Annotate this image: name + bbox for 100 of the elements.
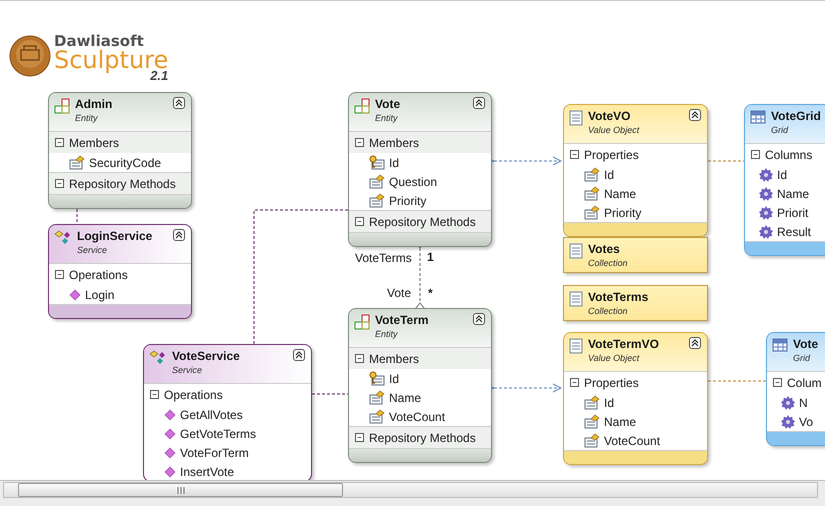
entity-node[interactable]: Admin Entity Members SecurityCode Repository Methods bbox=[48, 92, 192, 209]
collapse-toggle-icon[interactable] bbox=[355, 433, 364, 442]
column-item: Result bbox=[777, 224, 812, 238]
member-item: Id bbox=[389, 372, 400, 386]
collection-node[interactable]: Votes Collection bbox=[563, 237, 708, 273]
entity-node[interactable]: VoteTerm Entity Members Id Name VoteCount Repository Methods bbox=[348, 308, 492, 463]
logo-brand: Dawliasoft bbox=[54, 34, 144, 49]
property-icon bbox=[369, 409, 385, 424]
column-item: Vo bbox=[799, 414, 814, 428]
section-title: Repository Methods bbox=[369, 430, 476, 444]
section-title: Members bbox=[69, 136, 120, 150]
gear-icon bbox=[759, 206, 773, 220]
node-stereotype: Collection bbox=[588, 258, 629, 268]
collapse-toggle-icon[interactable] bbox=[55, 138, 64, 147]
section-title: Columns bbox=[765, 148, 812, 162]
property-item: VoteCount bbox=[389, 410, 446, 424]
collapse-toggle-icon[interactable] bbox=[751, 150, 760, 159]
collapse-toggle-icon[interactable] bbox=[773, 378, 782, 387]
property-item: Name bbox=[604, 186, 636, 200]
logo-version: 2.1 bbox=[150, 69, 168, 82]
node-stereotype: Value Object bbox=[588, 353, 640, 363]
collapse-button[interactable] bbox=[689, 109, 701, 121]
property-icon bbox=[584, 414, 600, 429]
document-icon bbox=[569, 338, 583, 354]
multiplicity-label: 1 bbox=[427, 250, 434, 264]
collapse-toggle-icon[interactable] bbox=[355, 354, 364, 363]
operation-item: InsertVote bbox=[180, 464, 234, 478]
collapse-toggle-icon[interactable] bbox=[55, 179, 64, 188]
method-icon bbox=[69, 288, 81, 300]
section-title: Properties bbox=[584, 148, 639, 162]
collapse-toggle-icon[interactable] bbox=[150, 390, 159, 399]
column-item: Name bbox=[777, 186, 810, 200]
property-icon bbox=[584, 167, 600, 182]
collection-node[interactable]: VoteTerms Collection bbox=[563, 285, 708, 321]
collapse-toggle-icon[interactable] bbox=[355, 217, 364, 226]
property-item: VoteCount bbox=[604, 434, 660, 448]
collapse-button[interactable] bbox=[689, 337, 701, 349]
node-title: LoginService bbox=[77, 229, 154, 243]
node-stereotype: Grid bbox=[793, 353, 812, 363]
document-icon bbox=[569, 110, 583, 126]
node-title: Votes bbox=[588, 242, 621, 256]
property-item: Priority bbox=[604, 206, 642, 220]
service-icon bbox=[54, 230, 72, 246]
node-title: VoteService bbox=[172, 349, 241, 363]
role-label: Vote bbox=[387, 286, 412, 300]
entity-node[interactable]: Vote Entity Members Id Question Priority Repository Methods bbox=[348, 92, 492, 247]
node-stereotype: Entity bbox=[375, 329, 399, 339]
operation-item: VoteForTerm bbox=[180, 446, 249, 460]
document-icon bbox=[569, 291, 583, 307]
grid-icon bbox=[772, 338, 788, 352]
property-icon bbox=[584, 186, 600, 201]
collapse-toggle-icon[interactable] bbox=[570, 150, 579, 159]
logo-icon bbox=[8, 34, 52, 78]
collapse-button[interactable] bbox=[173, 97, 185, 109]
property-icon bbox=[584, 433, 600, 448]
section-title: Repository Methods bbox=[69, 176, 176, 190]
gear-icon bbox=[759, 186, 773, 200]
property-icon bbox=[584, 205, 600, 220]
service-icon bbox=[149, 350, 167, 366]
property-icon bbox=[69, 155, 85, 170]
collapse-button[interactable] bbox=[473, 313, 485, 325]
collapse-button[interactable] bbox=[473, 97, 485, 109]
entity-icon bbox=[354, 98, 370, 114]
value-object-node[interactable]: VoteVO Value Object Properties Id Name Priority bbox=[563, 104, 708, 237]
grip-icon bbox=[176, 486, 184, 494]
collapse-button[interactable] bbox=[293, 349, 305, 361]
collapse-button[interactable] bbox=[173, 229, 185, 241]
role-label: VoteTerms bbox=[355, 251, 412, 265]
grid-node[interactable]: Vote Grid Colum N Vo bbox=[766, 332, 825, 446]
node-stereotype: Collection bbox=[588, 306, 629, 316]
scrollbar-thumb[interactable] bbox=[18, 483, 343, 497]
key-property-icon bbox=[369, 155, 385, 170]
method-icon bbox=[164, 466, 176, 478]
property-icon bbox=[369, 390, 385, 405]
section-title: Colum bbox=[787, 376, 822, 390]
node-stereotype: Value Object bbox=[588, 125, 640, 135]
node-stereotype: Entity bbox=[375, 113, 399, 123]
node-title: VoteTerm bbox=[375, 313, 430, 327]
node-stereotype: Grid bbox=[771, 125, 790, 135]
connector-line bbox=[708, 160, 744, 162]
node-title: Admin bbox=[75, 97, 114, 111]
service-node[interactable]: LoginService Service Operations Login bbox=[48, 224, 192, 319]
property-icon bbox=[369, 174, 385, 189]
column-item: N bbox=[799, 396, 808, 410]
gear-icon bbox=[759, 168, 773, 182]
entity-icon bbox=[54, 98, 70, 114]
collapse-toggle-icon[interactable] bbox=[55, 270, 64, 279]
section-title: Operations bbox=[164, 388, 223, 402]
node-title: Vote bbox=[375, 97, 402, 111]
collapse-toggle-icon[interactable] bbox=[570, 378, 579, 387]
horizontal-scrollbar[interactable] bbox=[3, 482, 818, 498]
section-title: Members bbox=[369, 136, 420, 150]
node-stereotype: Entity bbox=[75, 113, 99, 123]
collapse-toggle-icon[interactable] bbox=[355, 138, 364, 147]
grid-node[interactable]: VoteGrid Grid Columns Id Name Priorit Result bbox=[744, 104, 825, 256]
gear-icon bbox=[781, 414, 795, 428]
service-node[interactable]: VoteService Service Operations GetAllVotes GetVoteTerms VoteForTerm InsertVote bbox=[143, 344, 312, 480]
property-item: Name bbox=[604, 414, 636, 428]
value-object-node[interactable]: VoteTermVO Value Object Properties Id Name VoteCount bbox=[563, 332, 708, 465]
property-item: Priority bbox=[389, 194, 426, 208]
